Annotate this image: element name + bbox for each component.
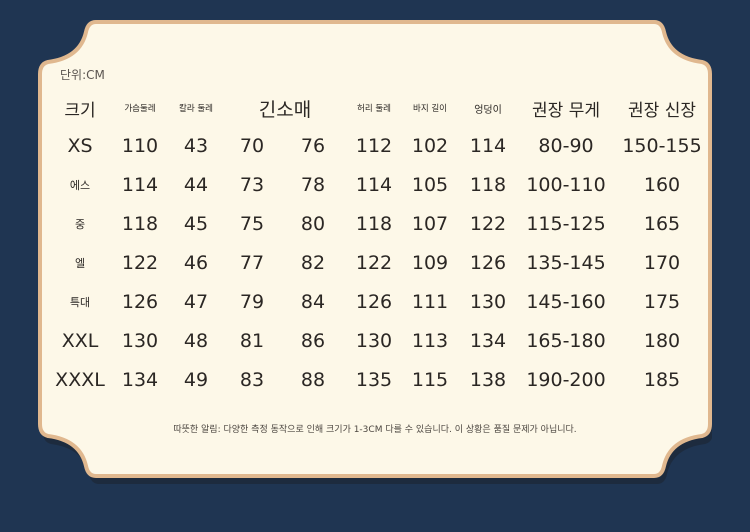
table-cell: 49 bbox=[183, 368, 209, 391]
table-cell: 160 bbox=[643, 173, 681, 196]
header-waist: 허리 둘레 bbox=[357, 104, 391, 114]
header-pants-length: 바지 길이 bbox=[413, 104, 447, 114]
table-cell: 134 bbox=[469, 329, 507, 352]
size-table: 크기 가슴둘레 칼라 둘레 긴소매 허리 둘레 바지 길이 엉덩이 권장 무게 … bbox=[48, 90, 710, 399]
table-cell: 100-110 bbox=[526, 173, 606, 196]
table-cell: 83 bbox=[239, 368, 265, 391]
table-cell: 115-125 bbox=[526, 212, 606, 235]
table-cell: 47 bbox=[183, 290, 209, 313]
table-cell: 43 bbox=[183, 134, 209, 157]
table-cell: 185 bbox=[643, 368, 681, 391]
table-cell: 118 bbox=[355, 212, 393, 235]
size-label: XXL bbox=[61, 329, 99, 352]
header-collar: 칼라 둘레 bbox=[179, 104, 213, 114]
table-cell: 122 bbox=[469, 212, 507, 235]
table-row: 엘 122 46 77 82 122 109 126 135-145 170 bbox=[48, 243, 710, 282]
table-cell: 114 bbox=[121, 173, 159, 196]
header-hip: 엉덩이 bbox=[474, 104, 502, 116]
table-cell: 77 bbox=[239, 251, 265, 274]
size-label: XS bbox=[67, 134, 93, 157]
table-row: 중 118 45 75 80 118 107 122 115-125 165 bbox=[48, 204, 710, 243]
table-cell: 110 bbox=[121, 134, 159, 157]
table-cell: 78 bbox=[300, 173, 326, 196]
table-cell: 118 bbox=[121, 212, 159, 235]
table-cell: 114 bbox=[469, 134, 507, 157]
table-cell: 112 bbox=[355, 134, 393, 157]
size-label: 중 bbox=[74, 217, 86, 231]
table-cell: 138 bbox=[469, 368, 507, 391]
table-cell: 130 bbox=[355, 329, 393, 352]
table-cell: 75 bbox=[239, 212, 265, 235]
table-cell: 84 bbox=[300, 290, 326, 313]
table-cell: 122 bbox=[121, 251, 159, 274]
table-cell: 82 bbox=[300, 251, 326, 274]
table-cell: 113 bbox=[411, 329, 449, 352]
size-label: 에스 bbox=[69, 178, 91, 192]
table-cell: 81 bbox=[239, 329, 265, 352]
table-cell: 170 bbox=[643, 251, 681, 274]
table-cell: 130 bbox=[469, 290, 507, 313]
table-cell: 165 bbox=[643, 212, 681, 235]
table-cell: 135 bbox=[355, 368, 393, 391]
table-row: 에스 114 44 73 78 114 105 118 100-110 160 bbox=[48, 165, 710, 204]
header-row: 크기 가슴둘레 칼라 둘레 긴소매 허리 둘레 바지 길이 엉덩이 권장 무게 … bbox=[48, 90, 710, 126]
table-cell: 175 bbox=[643, 290, 681, 313]
table-cell: 145-160 bbox=[526, 290, 606, 313]
table-cell: 70 bbox=[239, 134, 265, 157]
unit-label: 단위:CM bbox=[60, 68, 105, 82]
table-cell: 79 bbox=[239, 290, 265, 313]
table-row: XXXL 134 49 83 88 135 115 138 190-200 185 bbox=[48, 360, 710, 399]
footnote: 따뜻한 알림: 다양한 측정 동작으로 인해 크기가 1-3CM 다를 수 있습… bbox=[173, 425, 577, 435]
table-cell: 135-145 bbox=[526, 251, 606, 274]
size-label: XXXL bbox=[55, 368, 105, 391]
table-cell: 111 bbox=[411, 290, 449, 313]
table-cell: 44 bbox=[183, 173, 209, 196]
table-cell: 76 bbox=[300, 134, 326, 157]
table-cell: 105 bbox=[411, 173, 449, 196]
table-cell: 102 bbox=[411, 134, 449, 157]
size-label: 특대 bbox=[69, 295, 91, 309]
table-cell: 115 bbox=[411, 368, 449, 391]
table-row: XXL 130 48 81 86 130 113 134 165-180 180 bbox=[48, 321, 710, 360]
table-cell: 126 bbox=[355, 290, 393, 313]
table-cell: 126 bbox=[121, 290, 159, 313]
table-cell: 114 bbox=[355, 173, 393, 196]
table-cell: 48 bbox=[183, 329, 209, 352]
table-cell: 88 bbox=[300, 368, 326, 391]
table-cell: 122 bbox=[355, 251, 393, 274]
table-cell: 107 bbox=[411, 212, 449, 235]
table-cell: 80 bbox=[300, 212, 326, 235]
header-chest: 가슴둘레 bbox=[124, 104, 156, 114]
table-cell: 118 bbox=[469, 173, 507, 196]
table-cell: 190-200 bbox=[526, 368, 606, 391]
table-cell: 73 bbox=[239, 173, 265, 196]
header-recommended-weight: 권장 무게 bbox=[532, 100, 600, 121]
table-cell: 165-180 bbox=[526, 329, 606, 352]
table-cell: 45 bbox=[183, 212, 209, 235]
size-label: 엘 bbox=[74, 256, 86, 270]
table-cell: 86 bbox=[300, 329, 326, 352]
table-cell: 46 bbox=[183, 251, 209, 274]
table-cell: 80-90 bbox=[538, 134, 594, 157]
table-cell: 130 bbox=[121, 329, 159, 352]
header-recommended-height: 권장 신장 bbox=[628, 100, 696, 121]
size-chart-card: 단위:CM 크기 가슴둘레 칼라 둘레 긴소매 허리 둘레 바지 길이 엉덩이 … bbox=[38, 14, 712, 494]
table-cell: 109 bbox=[411, 251, 449, 274]
table-cell: 150-155 bbox=[622, 134, 702, 157]
header-size: 크기 bbox=[64, 100, 96, 121]
table-row: XS 110 43 70 76 112 102 114 80-90 150-155 bbox=[48, 126, 710, 165]
table-row: 특대 126 47 79 84 126 111 130 145-160 175 bbox=[48, 282, 710, 321]
table-cell: 126 bbox=[469, 251, 507, 274]
table-cell: 180 bbox=[643, 329, 681, 352]
table-cell: 134 bbox=[121, 368, 159, 391]
header-sleeve: 긴소매 bbox=[258, 98, 312, 121]
